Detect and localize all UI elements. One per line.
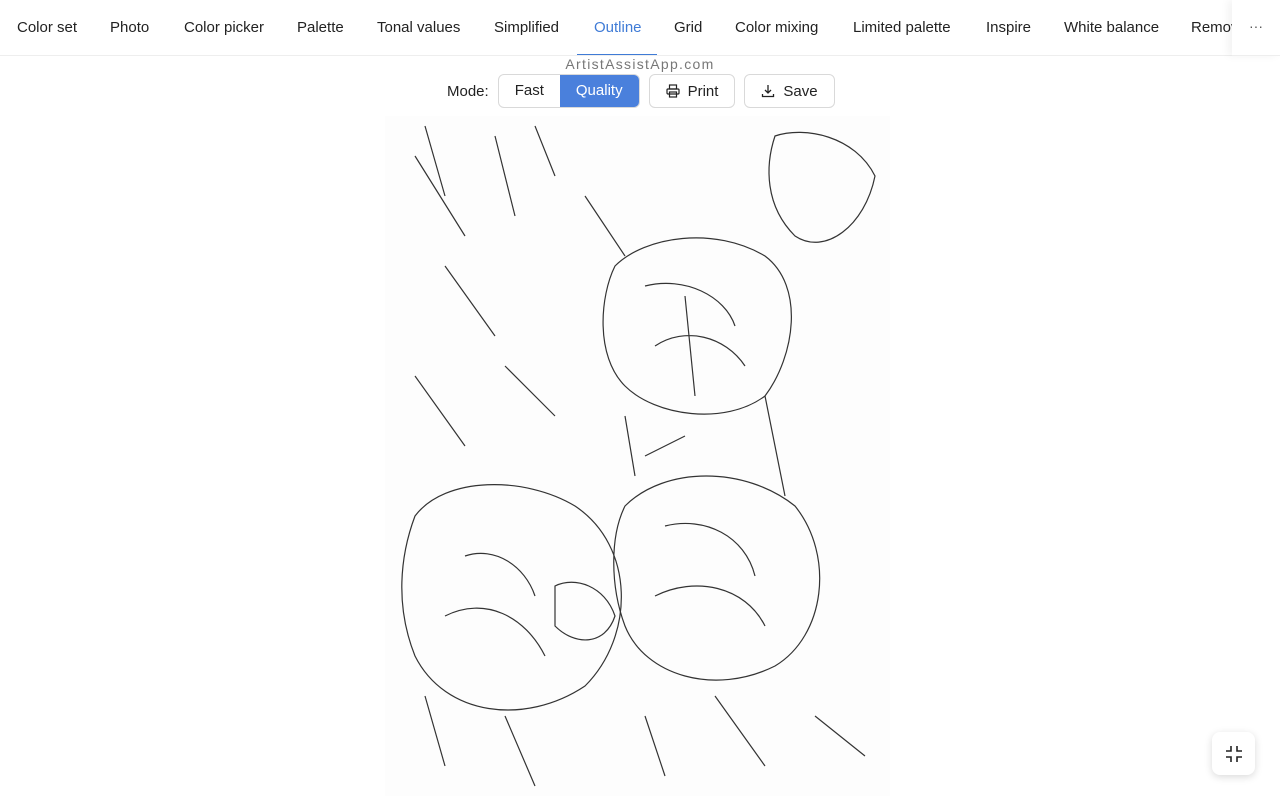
mode-label: Mode: — [447, 82, 489, 100]
mode-segmented-control: Fast Quality — [497, 74, 640, 108]
mode-toolbar: Mode: Fast Quality Print Save — [447, 74, 835, 108]
save-button[interactable]: Save — [744, 74, 835, 108]
more-tabs-button[interactable]: ··· — [1232, 0, 1280, 56]
tab-inspire[interactable]: Inspire — [986, 0, 1031, 55]
tab-remove[interactable]: Remov — [1191, 0, 1232, 55]
watermark: ArtistAssistApp.com — [565, 56, 715, 72]
tab-palette[interactable]: Palette — [297, 0, 344, 55]
tab-color-mixing[interactable]: Color mixing — [735, 0, 818, 55]
tab-tonal-values[interactable]: Tonal values — [377, 0, 460, 55]
print-label: Print — [687, 82, 719, 100]
tab-color-set[interactable]: Color set — [17, 0, 77, 55]
outline-image — [385, 116, 890, 796]
mode-quality-option[interactable]: Quality — [559, 75, 639, 107]
exit-fullscreen-button[interactable] — [1212, 732, 1255, 775]
save-label: Save — [783, 82, 818, 100]
printer-icon — [665, 84, 680, 98]
download-icon — [762, 85, 775, 98]
tab-bar: Color set Photo Color picker Palette Ton… — [0, 0, 1232, 56]
print-button[interactable]: Print — [648, 74, 736, 108]
tab-photo[interactable]: Photo — [110, 0, 149, 55]
tab-outline[interactable]: Outline — [594, 0, 642, 55]
tab-white-balance[interactable]: White balance — [1064, 0, 1159, 55]
fullscreen-exit-icon — [1225, 745, 1242, 762]
tab-grid[interactable]: Grid — [674, 0, 702, 55]
tab-simplified[interactable]: Simplified — [494, 0, 559, 55]
tab-limited-palette[interactable]: Limited palette — [853, 0, 951, 55]
tab-color-picker[interactable]: Color picker — [184, 0, 264, 55]
mode-fast-option[interactable]: Fast — [499, 75, 560, 107]
